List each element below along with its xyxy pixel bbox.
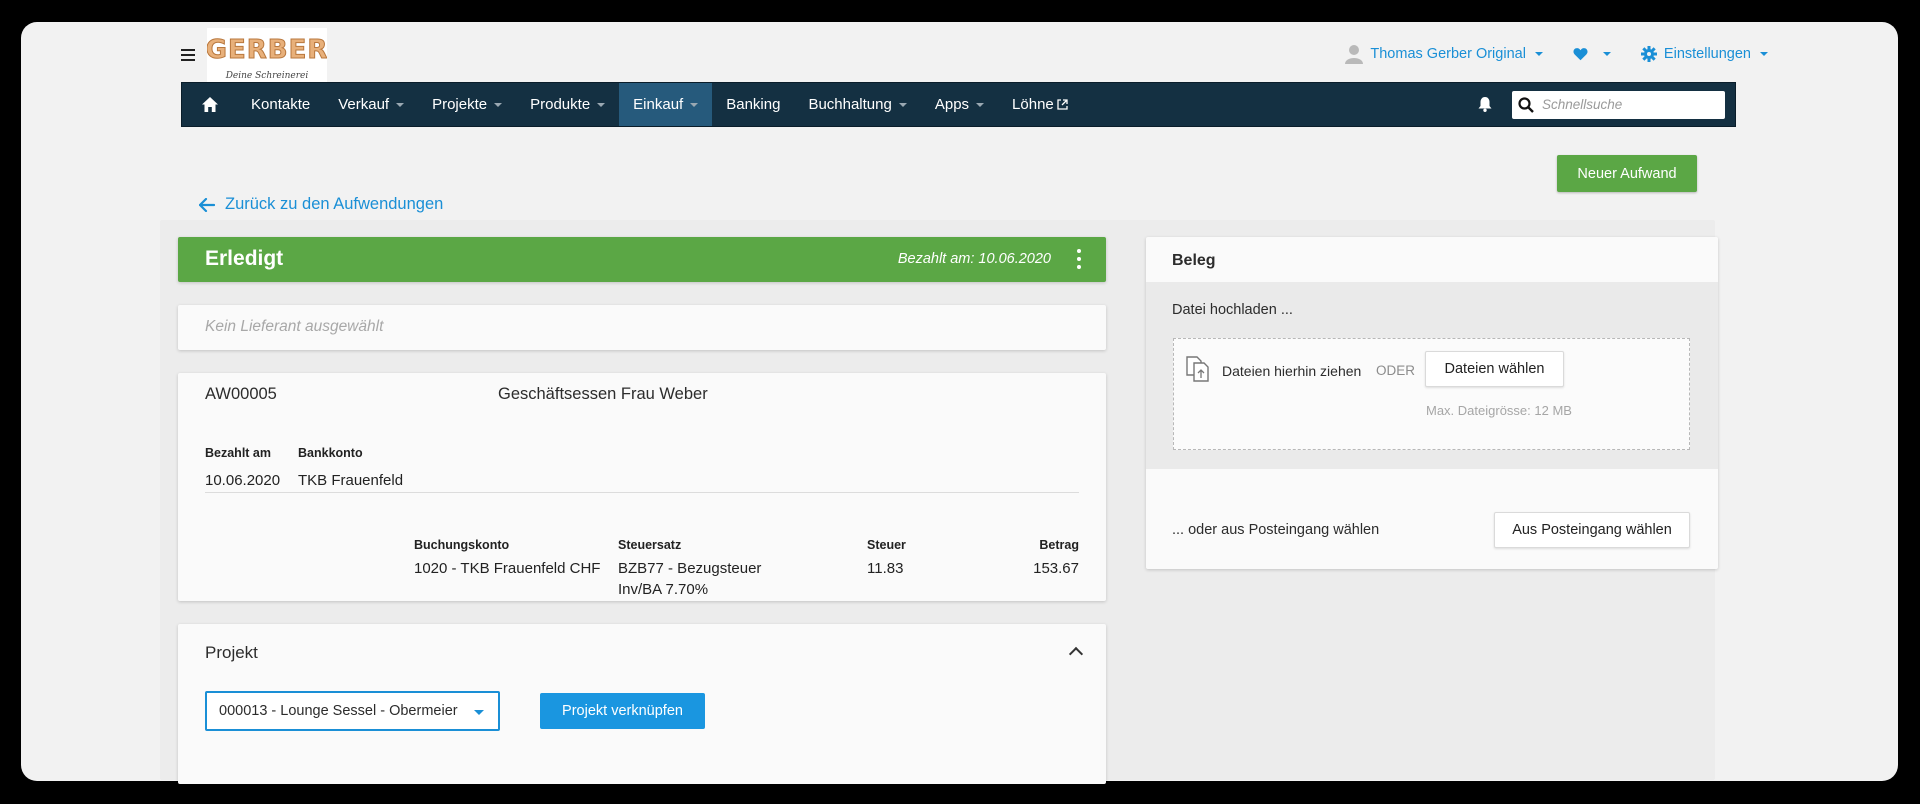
row-amount: 153.67	[1033, 560, 1079, 577]
nav-item-kontakte[interactable]: Kontakte	[237, 83, 324, 126]
chevron-up-icon[interactable]	[1068, 646, 1084, 662]
arrow-left-icon	[199, 197, 215, 212]
favorites-menu[interactable]	[1573, 47, 1611, 61]
inbox-text: ... oder aus Posteingang wählen	[1172, 522, 1380, 538]
company-logo[interactable]: GERBER Deine Schreinerei	[205, 28, 328, 84]
bank-account-value: TKB Frauenfeld	[298, 472, 404, 489]
divider	[205, 492, 1079, 493]
column-header-tax-rate: Steuersatz	[618, 538, 682, 552]
user-avatar-icon	[1345, 45, 1364, 64]
expense-details: AW00005 Geschäftsessen Frau Weber Bezahl…	[178, 373, 1106, 601]
main-navigation: Kontakte Verkauf Projekte Produkte Einka…	[181, 82, 1736, 127]
menu-icon[interactable]	[181, 49, 195, 61]
chevron-down-icon	[1602, 52, 1611, 56]
paid-on-label: Bezahlt am	[205, 446, 271, 460]
heart-icon	[1573, 48, 1588, 61]
max-file-size: Max. Dateigrösse: 12 MB	[1426, 403, 1572, 418]
new-expense-button[interactable]: Neuer Aufwand	[1557, 155, 1697, 192]
upload-heading: Datei hochladen ...	[1172, 302, 1293, 318]
expense-description: Geschäftsessen Frau Weber	[498, 385, 708, 403]
user-name: Thomas Gerber Original	[1370, 46, 1526, 62]
logo-subtext: Deine Schreinerei	[225, 71, 309, 81]
supplier-selector[interactable]: Kein Lieferant ausgewählt	[178, 305, 1106, 350]
chevron-down-icon	[494, 102, 503, 107]
row-tax: 11.83	[867, 560, 904, 577]
paid-on-value: 10.06.2020	[205, 472, 281, 489]
chevron-down-icon	[976, 102, 985, 107]
search-input[interactable]	[1542, 97, 1702, 112]
chevron-down-icon	[1534, 52, 1543, 56]
search-icon	[1518, 96, 1534, 113]
settings-menu[interactable]: Einstellungen	[1640, 46, 1768, 62]
row-account: 1020 - TKB Frauenfeld CHF	[414, 560, 601, 577]
logo-text: GERBER	[207, 35, 327, 65]
chevron-down-icon	[474, 710, 484, 715]
nav-item-apps[interactable]: Apps	[921, 83, 998, 126]
column-header-account: Buchungskonto	[414, 538, 510, 552]
quick-search[interactable]	[1512, 90, 1725, 119]
settings-label: Einstellungen	[1663, 46, 1751, 62]
nav-item-loehne[interactable]: Löhne	[998, 83, 1082, 126]
nav-item-produkte[interactable]: Produkte	[516, 83, 619, 126]
link-project-button[interactable]: Projekt verknüpfen	[540, 693, 705, 729]
upload-area: Datei hochladen ... Dateien hierhin zieh…	[1146, 282, 1718, 469]
choose-files-button[interactable]: Dateien wählen	[1425, 351, 1564, 387]
user-area: Thomas Gerber Original Einstellungen	[1345, 44, 1768, 64]
more-options-icon[interactable]	[1076, 249, 1082, 269]
project-section: Projekt 000013 - Lounge Sessel - Obermei…	[178, 624, 1106, 784]
nav-item-verkauf[interactable]: Verkauf	[324, 83, 418, 126]
nav-item-einkauf[interactable]: Einkauf	[619, 83, 713, 126]
row-tax-rate: BZB77 - Bezugsteuer	[618, 560, 762, 577]
or-text: ODER	[1376, 363, 1416, 378]
nav-item-buchhaltung[interactable]: Buchhaltung	[794, 83, 920, 126]
project-title: Projekt	[205, 643, 258, 662]
column-header-amount: Betrag	[1039, 538, 1079, 552]
external-link-icon	[1057, 99, 1068, 110]
chevron-down-icon	[396, 102, 405, 107]
receipt-card: Beleg Datei hochladen ... Dateien hierhi…	[1146, 237, 1718, 569]
drag-text: Dateien hierhin ziehen	[1222, 363, 1362, 379]
back-link[interactable]: Zurück zu den Aufwendungen	[199, 195, 443, 214]
project-select-value: 000013 - Lounge Sessel - Obermeier	[219, 703, 458, 719]
supplier-placeholder: Kein Lieferant ausgewählt	[205, 318, 384, 335]
back-link-label: Zurück zu den Aufwendungen	[225, 195, 444, 213]
expense-number: AW00005	[205, 385, 277, 403]
user-menu[interactable]: Thomas Gerber Original	[1345, 44, 1543, 64]
file-upload-icon	[1186, 356, 1209, 382]
row-tax-rate-detail: Inv/BA 7.70%	[618, 581, 709, 598]
nav-item-projekte[interactable]: Projekte	[418, 83, 516, 126]
column-header-tax: Steuer	[867, 538, 906, 552]
chevron-down-icon	[690, 102, 699, 107]
inbox-button[interactable]: Aus Posteingang wählen	[1494, 512, 1690, 548]
chevron-down-icon	[597, 102, 606, 107]
paid-date-text: Bezahlt am: 10.06.2020	[897, 251, 1051, 267]
receipt-title: Beleg	[1172, 252, 1216, 269]
chevron-down-icon	[1760, 52, 1768, 56]
chevron-down-icon	[898, 102, 907, 107]
file-dropzone[interactable]: Dateien hierhin ziehen ODER Dateien wähl…	[1173, 338, 1690, 450]
status-banner: Erledigt Bezahlt am: 10.06.2020	[178, 237, 1106, 282]
status-title: Erledigt	[205, 247, 284, 270]
gear-icon	[1640, 46, 1657, 62]
bell-icon[interactable]	[1468, 97, 1502, 112]
bank-account-label: Bankkonto	[298, 446, 363, 460]
nav-item-banking[interactable]: Banking	[712, 83, 794, 126]
home-icon[interactable]	[182, 83, 237, 126]
project-select[interactable]: 000013 - Lounge Sessel - Obermeier	[205, 691, 500, 731]
